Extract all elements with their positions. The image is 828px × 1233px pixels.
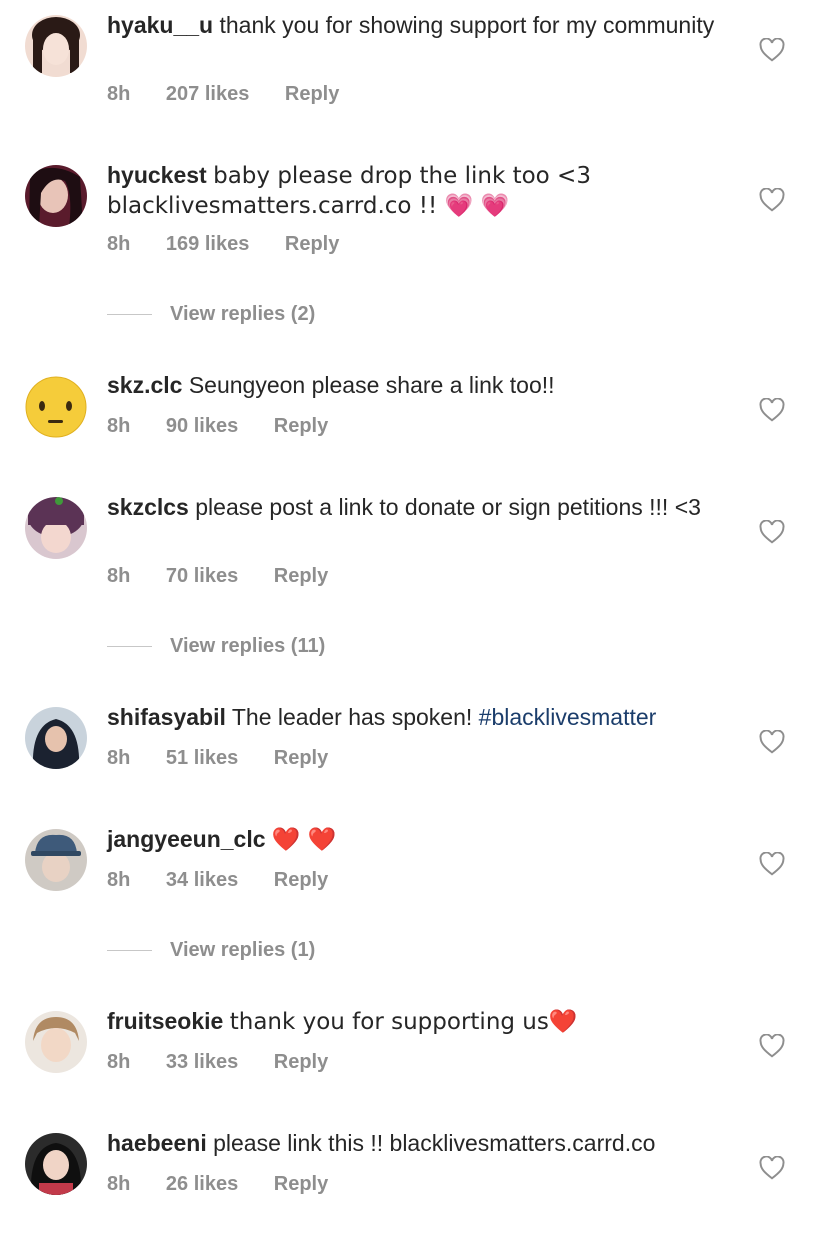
heart-outline-icon[interactable] bbox=[759, 520, 785, 544]
comment-time: 8h bbox=[107, 565, 131, 587]
view-replies-label: View replies (2) bbox=[170, 302, 316, 325]
heart-outline-icon[interactable] bbox=[759, 1156, 785, 1180]
likes-count[interactable]: 90 likes bbox=[166, 415, 238, 437]
reply-button[interactable]: Reply bbox=[274, 747, 328, 769]
comment-meta: 8h 70 likes Reply bbox=[107, 565, 358, 588]
comment-text: skz.clc Seungyeon please share a link to… bbox=[107, 371, 727, 400]
comment-body: please link this !! blacklivesmatters.ca… bbox=[213, 1130, 656, 1156]
comment-body: thank you for showing support for my com… bbox=[219, 12, 715, 38]
view-replies-button[interactable]: View replies (2) bbox=[107, 299, 315, 329]
comment-text: shifasyabil The leader has spoken! #blac… bbox=[107, 703, 727, 732]
comment-meta: 8h 34 likes Reply bbox=[107, 869, 358, 892]
comment-meta: 8h 207 likes Reply bbox=[107, 83, 369, 106]
username[interactable]: fruitseokie bbox=[107, 1008, 223, 1034]
replies-divider bbox=[107, 313, 152, 315]
replies-divider bbox=[107, 949, 152, 951]
comment-meta: 8h 33 likes Reply bbox=[107, 1051, 358, 1074]
username[interactable]: skzclcs bbox=[107, 494, 189, 520]
comment-time: 8h bbox=[107, 233, 131, 255]
comment-time: 8h bbox=[107, 415, 131, 437]
avatar[interactable] bbox=[25, 1011, 87, 1073]
comment-time: 8h bbox=[107, 747, 131, 769]
comment-text: haebeeni please link this !! blacklivesm… bbox=[107, 1129, 727, 1158]
likes-count[interactable]: 33 likes bbox=[166, 1051, 238, 1073]
avatar[interactable] bbox=[25, 707, 87, 769]
comment-text: hyaku__u thank you for showing support f… bbox=[107, 11, 727, 40]
likes-count[interactable]: 26 likes bbox=[166, 1173, 238, 1195]
likes-count[interactable]: 169 likes bbox=[166, 233, 249, 255]
hashtag-link[interactable]: #blacklivesmatter bbox=[479, 704, 657, 730]
avatar[interactable] bbox=[25, 376, 87, 438]
comment-text: jangyeeun_clc ❤️ ❤️ bbox=[107, 825, 727, 855]
comment-text: skzclcs please post a link to donate or … bbox=[107, 493, 727, 522]
username[interactable]: skz.clc bbox=[107, 372, 182, 398]
reply-button[interactable]: Reply bbox=[274, 1173, 328, 1195]
replies-divider bbox=[107, 645, 152, 647]
reply-button[interactable]: Reply bbox=[274, 869, 328, 891]
comment-body: The leader has spoken! bbox=[231, 704, 473, 730]
username[interactable]: hyuckest bbox=[107, 162, 207, 188]
view-replies-label: View replies (11) bbox=[170, 634, 326, 657]
comment-text: hyuckest baby please drop the link too <… bbox=[107, 161, 727, 221]
heart-outline-icon[interactable] bbox=[759, 398, 785, 422]
heart-outline-icon[interactable] bbox=[759, 852, 785, 876]
username[interactable]: shifasyabil bbox=[107, 704, 226, 730]
likes-count[interactable]: 34 likes bbox=[166, 869, 238, 891]
username[interactable]: jangyeeun_clc bbox=[107, 826, 266, 852]
avatar[interactable] bbox=[25, 829, 87, 891]
comment-body: please post a link to donate or sign pet… bbox=[195, 494, 701, 520]
reply-button[interactable]: Reply bbox=[285, 83, 339, 105]
comment-time: 8h bbox=[107, 1051, 131, 1073]
reply-button[interactable]: Reply bbox=[285, 233, 339, 255]
view-replies-button[interactable]: View replies (11) bbox=[107, 631, 325, 661]
comment-meta: 8h 169 likes Reply bbox=[107, 233, 369, 256]
comment-body: ❤️ ❤️ bbox=[271, 827, 337, 853]
comment-meta: 8h 90 likes Reply bbox=[107, 415, 358, 438]
avatar[interactable] bbox=[25, 1133, 87, 1195]
comment-meta: 8h 51 likes Reply bbox=[107, 747, 358, 770]
heart-outline-icon[interactable] bbox=[759, 188, 785, 212]
reply-button[interactable]: Reply bbox=[274, 565, 328, 587]
username[interactable]: hyaku__u bbox=[107, 12, 213, 38]
reply-button[interactable]: Reply bbox=[274, 415, 328, 437]
comment-time: 8h bbox=[107, 1173, 131, 1195]
avatar[interactable] bbox=[25, 165, 87, 227]
view-replies-button[interactable]: View replies (1) bbox=[107, 935, 315, 965]
comment-text: fruitseokie thank you for supporting us❤… bbox=[107, 1007, 727, 1037]
view-replies-label: View replies (1) bbox=[170, 938, 316, 961]
comment-time: 8h bbox=[107, 83, 131, 105]
heart-outline-icon[interactable] bbox=[759, 1034, 785, 1058]
likes-count[interactable]: 207 likes bbox=[166, 83, 249, 105]
comment-time: 8h bbox=[107, 869, 131, 891]
heart-outline-icon[interactable] bbox=[759, 730, 785, 754]
heart-outline-icon[interactable] bbox=[759, 38, 785, 62]
comment-body: thank you for supporting us❤️ bbox=[229, 1009, 578, 1035]
comment-body: Seungyeon please share a link too!! bbox=[188, 372, 555, 398]
avatar[interactable] bbox=[25, 497, 87, 559]
username[interactable]: haebeeni bbox=[107, 1130, 207, 1156]
likes-count[interactable]: 70 likes bbox=[166, 565, 238, 587]
avatar[interactable] bbox=[25, 15, 87, 77]
likes-count[interactable]: 51 likes bbox=[166, 747, 238, 769]
reply-button[interactable]: Reply bbox=[274, 1051, 328, 1073]
comment-meta: 8h 26 likes Reply bbox=[107, 1173, 358, 1196]
